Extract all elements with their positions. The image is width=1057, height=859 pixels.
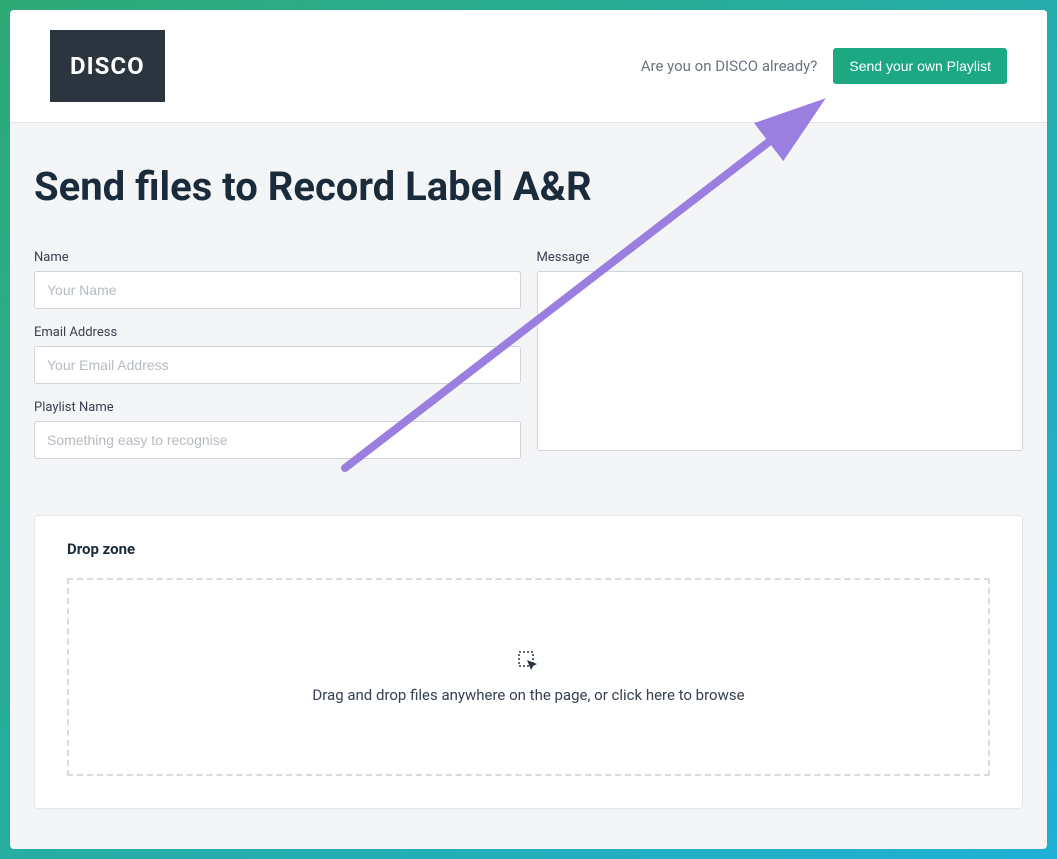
dropzone-instruction: Drag and drop files anywhere on the page…: [89, 686, 968, 704]
dropzone-card: Drop zone Drag and drop files anywhere o…: [34, 515, 1023, 809]
drag-drop-icon: [517, 650, 541, 674]
send-playlist-button[interactable]: Send your own Playlist: [833, 48, 1007, 84]
message-label: Message: [537, 250, 1024, 265]
email-input[interactable]: [34, 346, 521, 384]
playlist-input[interactable]: [34, 421, 521, 459]
playlist-label: Playlist Name: [34, 400, 521, 415]
form-row: Name Email Address Playlist Name Message: [34, 250, 1023, 475]
form-left-column: Name Email Address Playlist Name: [34, 250, 521, 475]
page-title: Send files to Record Label A&R: [34, 163, 1023, 210]
email-group: Email Address: [34, 325, 521, 384]
header-right: Are you on DISCO already? Send your own …: [641, 48, 1007, 84]
content: Send files to Record Label A&R Name Emai…: [10, 123, 1047, 849]
name-label: Name: [34, 250, 521, 265]
message-textarea[interactable]: [537, 271, 1024, 451]
header: DISCO Are you on DISCO already? Send you…: [10, 10, 1047, 123]
email-label: Email Address: [34, 325, 521, 340]
name-group: Name: [34, 250, 521, 309]
name-input[interactable]: [34, 271, 521, 309]
dropzone-area[interactable]: Drag and drop files anywhere on the page…: [67, 578, 990, 776]
app-window: DISCO Are you on DISCO already? Send you…: [10, 10, 1047, 849]
form-right-column: Message: [537, 250, 1024, 475]
playlist-group: Playlist Name: [34, 400, 521, 459]
disco-logo: DISCO: [50, 30, 165, 102]
dropzone-title: Drop zone: [67, 540, 990, 558]
message-group: Message: [537, 250, 1024, 455]
already-on-disco-text: Are you on DISCO already?: [641, 57, 818, 75]
